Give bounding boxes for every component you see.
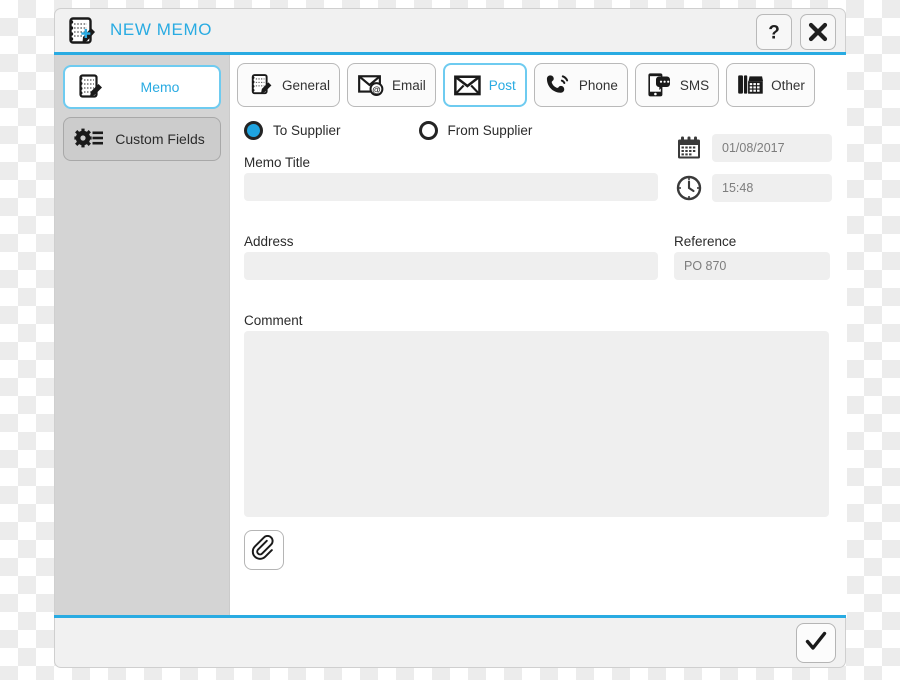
radio-empty-icon	[418, 121, 438, 140]
clock-icon[interactable]	[674, 173, 704, 203]
memo-title-input[interactable]	[244, 173, 658, 201]
comment-textarea[interactable]	[244, 331, 829, 517]
envelope-at-icon: @	[357, 72, 385, 98]
new-memo-icon	[64, 14, 100, 50]
tab-phone[interactable]: Phone	[533, 63, 628, 107]
content-panel: General @ Email Post Phone SMS Other To …	[229, 55, 847, 618]
desk-phone-icon	[736, 72, 764, 98]
time-input[interactable]: 15:48	[712, 174, 832, 202]
close-icon	[808, 22, 828, 42]
help-button[interactable]: ?	[756, 14, 792, 50]
window-titlebar: NEW MEMO ?	[54, 8, 846, 53]
sidebar-item-label: Custom Fields	[115, 131, 205, 147]
question-mark-icon: ?	[768, 23, 780, 44]
close-button[interactable]	[800, 14, 836, 50]
radio-to-supplier[interactable]: To Supplier	[244, 121, 341, 140]
tab-sms[interactable]: SMS	[634, 63, 720, 107]
confirm-button[interactable]	[796, 623, 836, 663]
memo-pencil-icon	[73, 70, 107, 104]
memo-title-label: Memo Title	[244, 155, 311, 170]
new-memo-window: NEW MEMO ? Memo Custom Fields General @ …	[54, 8, 847, 668]
reference-label: Reference	[674, 234, 737, 249]
paperclip-icon	[251, 534, 277, 566]
window-body: Memo Custom Fields General @ Email Post …	[54, 55, 847, 618]
tab-label: Other	[771, 77, 805, 93]
date-field-row: 01/08/2017	[674, 133, 832, 163]
radio-label: To Supplier	[273, 123, 341, 138]
tab-label: Post	[488, 77, 516, 93]
sidebar-item-memo[interactable]: Memo	[63, 65, 221, 109]
address-input[interactable]	[244, 252, 658, 280]
phone-handset-icon	[544, 72, 572, 98]
sidebar-item-label: Memo	[140, 79, 180, 95]
reference-input[interactable]: PO 870	[674, 252, 830, 280]
tab-other[interactable]: Other	[726, 63, 815, 107]
gear-list-icon	[72, 122, 106, 156]
checkmark-icon	[804, 629, 828, 658]
envelope-icon	[454, 72, 482, 98]
svg-text:?: ?	[768, 23, 780, 44]
comment-label: Comment	[244, 313, 303, 328]
radio-label: From Supplier	[447, 123, 533, 138]
tab-label: General	[282, 77, 331, 93]
tab-label: Email	[392, 77, 426, 93]
sidebar: Memo Custom Fields	[55, 55, 229, 618]
tab-label: SMS	[679, 77, 710, 93]
page-title: NEW MEMO	[110, 20, 213, 39]
tab-post[interactable]: Post	[442, 63, 527, 107]
direction-radio-group: To Supplier From Supplier	[244, 121, 532, 140]
calendar-icon[interactable]	[674, 133, 704, 163]
svg-text:@: @	[372, 84, 380, 94]
channel-tabs: General @ Email Post Phone SMS Other	[237, 63, 815, 107]
tab-label: Phone	[578, 77, 618, 93]
sidebar-item-custom-fields[interactable]: Custom Fields	[63, 117, 221, 161]
time-field-row: 15:48	[674, 173, 832, 203]
tab-general[interactable]: General	[237, 63, 341, 107]
radio-from-supplier[interactable]: From Supplier	[418, 121, 533, 140]
mobile-chat-icon	[645, 72, 673, 98]
tab-email[interactable]: @ Email	[347, 63, 436, 107]
radio-filled-icon	[244, 121, 263, 140]
address-label: Address	[244, 234, 294, 249]
window-footer	[54, 618, 846, 668]
notepad-pencil-icon	[247, 72, 275, 98]
date-input[interactable]: 01/08/2017	[712, 134, 832, 162]
attach-file-button[interactable]	[244, 530, 284, 570]
